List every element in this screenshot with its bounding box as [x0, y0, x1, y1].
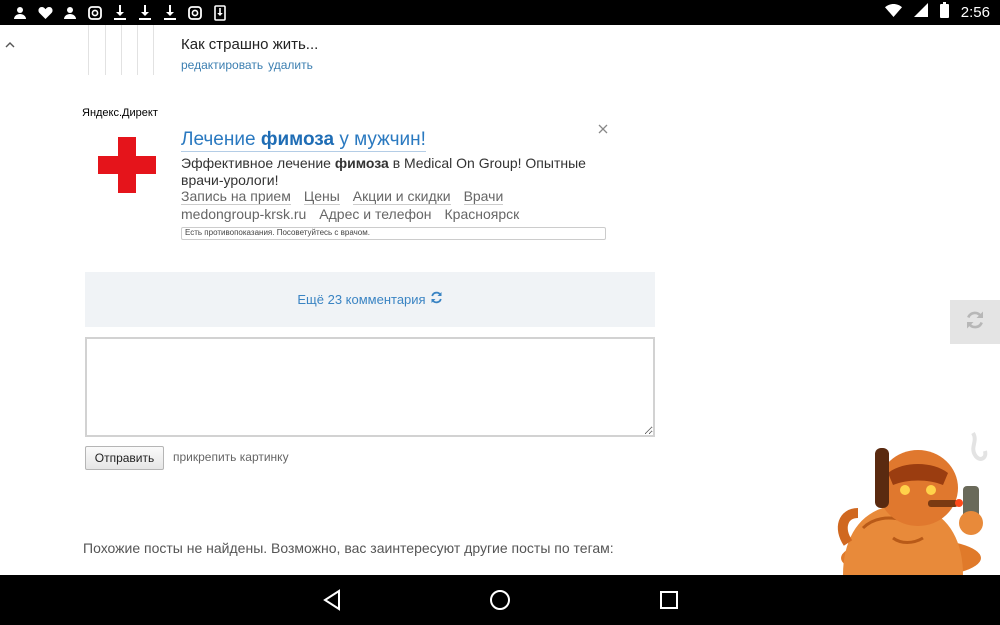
side-refresh-button[interactable] [950, 300, 1000, 344]
red-cross-icon[interactable] [98, 137, 156, 193]
edit-link[interactable]: редактировать [181, 58, 263, 72]
close-icon[interactable] [596, 122, 610, 136]
ad-city: Красноярск [444, 206, 520, 222]
ad-link-doctors[interactable]: Врачи [463, 188, 504, 205]
ad-title[interactable]: Лечение фимоза у мужчин! [181, 128, 426, 152]
ad-label[interactable]: Яндекс.Директ [82, 107, 158, 119]
chevron-up-icon[interactable] [3, 38, 17, 52]
status-bar: 2:56 [0, 0, 1000, 25]
ad-contacts: medongroup-krsk.ru Адрес и телефон Красн… [181, 206, 519, 222]
person-icon [61, 4, 79, 21]
attach-image-link[interactable]: прикрепить картинку [173, 450, 289, 464]
download-box-icon [211, 4, 229, 21]
recents-icon[interactable] [656, 587, 682, 613]
heart-icon [36, 4, 54, 21]
comment-thread-lines [88, 25, 168, 75]
submit-button[interactable]: Отправить [85, 446, 164, 470]
ad-link-promotions[interactable]: Акции и скидки [352, 188, 451, 205]
download-icon [136, 4, 154, 21]
refresh-icon [965, 310, 985, 335]
delete-link[interactable]: удалить [268, 58, 313, 72]
signal-icon [913, 3, 928, 22]
notification-icons [11, 4, 229, 21]
clock: 2:56 [960, 4, 990, 21]
home-icon[interactable] [487, 587, 513, 613]
ad-address-link[interactable]: Адрес и телефон [319, 206, 431, 222]
comment-textarea[interactable] [85, 337, 655, 437]
instagram-icon [86, 4, 104, 21]
ad-warning: Есть противопоказания. Посоветуйтесь с в… [181, 227, 606, 240]
mascot-character-image[interactable] [823, 428, 1000, 578]
more-comments-button[interactable]: Ещё 23 комментария [85, 272, 655, 327]
back-icon[interactable] [319, 587, 345, 613]
navigation-bar [0, 575, 1000, 625]
more-comments-label: Ещё 23 комментария [297, 292, 426, 307]
comment-actions: редактировать удалить [181, 58, 313, 72]
refresh-icon [430, 291, 443, 309]
ad-link-prices[interactable]: Цены [303, 188, 340, 205]
ad-link-appointment[interactable]: Запись на прием [181, 188, 291, 205]
ad-domain[interactable]: medongroup-krsk.ru [181, 206, 306, 222]
comment-text: Как страшно жить... [181, 36, 319, 53]
wifi-icon [884, 3, 902, 22]
ad-description: Эффективное лечение фимоза в Medical On … [181, 155, 586, 188]
download-icon [161, 4, 179, 21]
download-icon [111, 4, 129, 21]
battery-icon [939, 2, 949, 23]
person-icon [11, 4, 29, 21]
system-indicators: 2:56 [884, 0, 990, 25]
ad-sitelinks: Запись на прием Цены Акции и скидки Врач… [181, 188, 504, 205]
similar-posts-text: Похожие посты не найдены. Возможно, вас … [83, 540, 614, 556]
instagram-icon [186, 4, 204, 21]
